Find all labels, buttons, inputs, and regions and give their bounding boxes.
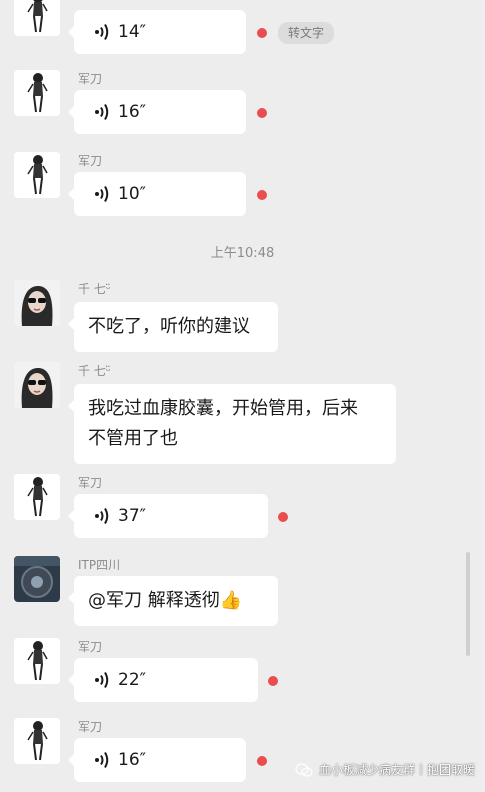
message-text: @军刀 解释透彻👍 — [88, 590, 243, 611]
sender-name: 军刀 — [78, 154, 103, 168]
wechat-icon — [295, 762, 313, 777]
voice-duration: 22″ — [118, 670, 146, 690]
unread-dot — [268, 676, 278, 686]
message-text-line: 我吃过血康胶囊，开始管用，后来 — [88, 398, 358, 419]
unread-dot — [278, 512, 288, 522]
sender-name: 军刀 — [78, 476, 103, 490]
watermark: 血小板减少病友群丨抱团取暖 — [295, 761, 475, 778]
avatar[interactable] — [14, 718, 60, 764]
avatar[interactable] — [14, 0, 60, 36]
voice-duration: 14″ — [118, 22, 146, 42]
voice-wave-icon — [94, 23, 110, 41]
scrollbar[interactable] — [466, 552, 470, 656]
sender-name: 军刀 — [78, 72, 103, 86]
voice-wave-icon — [94, 185, 110, 203]
voice-duration: 37″ — [118, 506, 146, 526]
avatar[interactable] — [14, 638, 60, 684]
unread-dot — [257, 190, 267, 200]
voice-wave-icon — [94, 507, 110, 525]
unread-dot — [257, 756, 267, 766]
text-bubble[interactable]: 我吃过血康胶囊，开始管用，后来 不管用了也 — [68, 384, 396, 464]
sender-name: 千 七ᵕ̈ — [78, 364, 111, 378]
voice-bubble[interactable]: 16″ — [68, 738, 246, 782]
avatar[interactable] — [14, 280, 60, 326]
voice-duration: 16″ — [118, 102, 146, 122]
voice-bubble[interactable]: 16″ — [68, 90, 246, 134]
voice-duration: 16″ — [118, 750, 146, 770]
avatar[interactable] — [14, 152, 60, 198]
voice-wave-icon — [94, 751, 110, 769]
sender-name: 千 七ᵕ̈ — [78, 282, 111, 296]
unread-dot — [257, 108, 267, 118]
convert-to-text-button[interactable]: 转文字 — [278, 22, 335, 44]
sender-name: ITP四川 — [78, 558, 121, 572]
voice-bubble[interactable]: 14″ — [68, 10, 246, 54]
avatar[interactable] — [14, 556, 60, 602]
voice-bubble[interactable]: 37″ — [68, 494, 268, 538]
sender-name: 军刀 — [78, 640, 103, 654]
avatar[interactable] — [14, 70, 60, 116]
message-text: 不吃了，听你的建议 — [88, 316, 250, 337]
sender-name: 军刀 — [78, 720, 103, 734]
message-text-line: 不管用了也 — [88, 428, 178, 449]
watermark-text: 血小板减少病友群丨抱团取暖 — [318, 763, 475, 777]
timestamp: 上午10:48 — [210, 246, 275, 261]
text-bubble[interactable]: 不吃了，听你的建议 — [68, 302, 278, 352]
avatar[interactable] — [14, 362, 60, 408]
voice-wave-icon — [94, 103, 110, 121]
voice-bubble[interactable]: 22″ — [68, 658, 258, 702]
voice-bubble[interactable]: 10″ — [68, 172, 246, 216]
text-bubble[interactable]: @军刀 解释透彻👍 — [68, 576, 278, 626]
unread-dot — [257, 28, 267, 38]
voice-duration: 10″ — [118, 184, 146, 204]
voice-wave-icon — [94, 671, 110, 689]
avatar[interactable] — [14, 474, 60, 520]
